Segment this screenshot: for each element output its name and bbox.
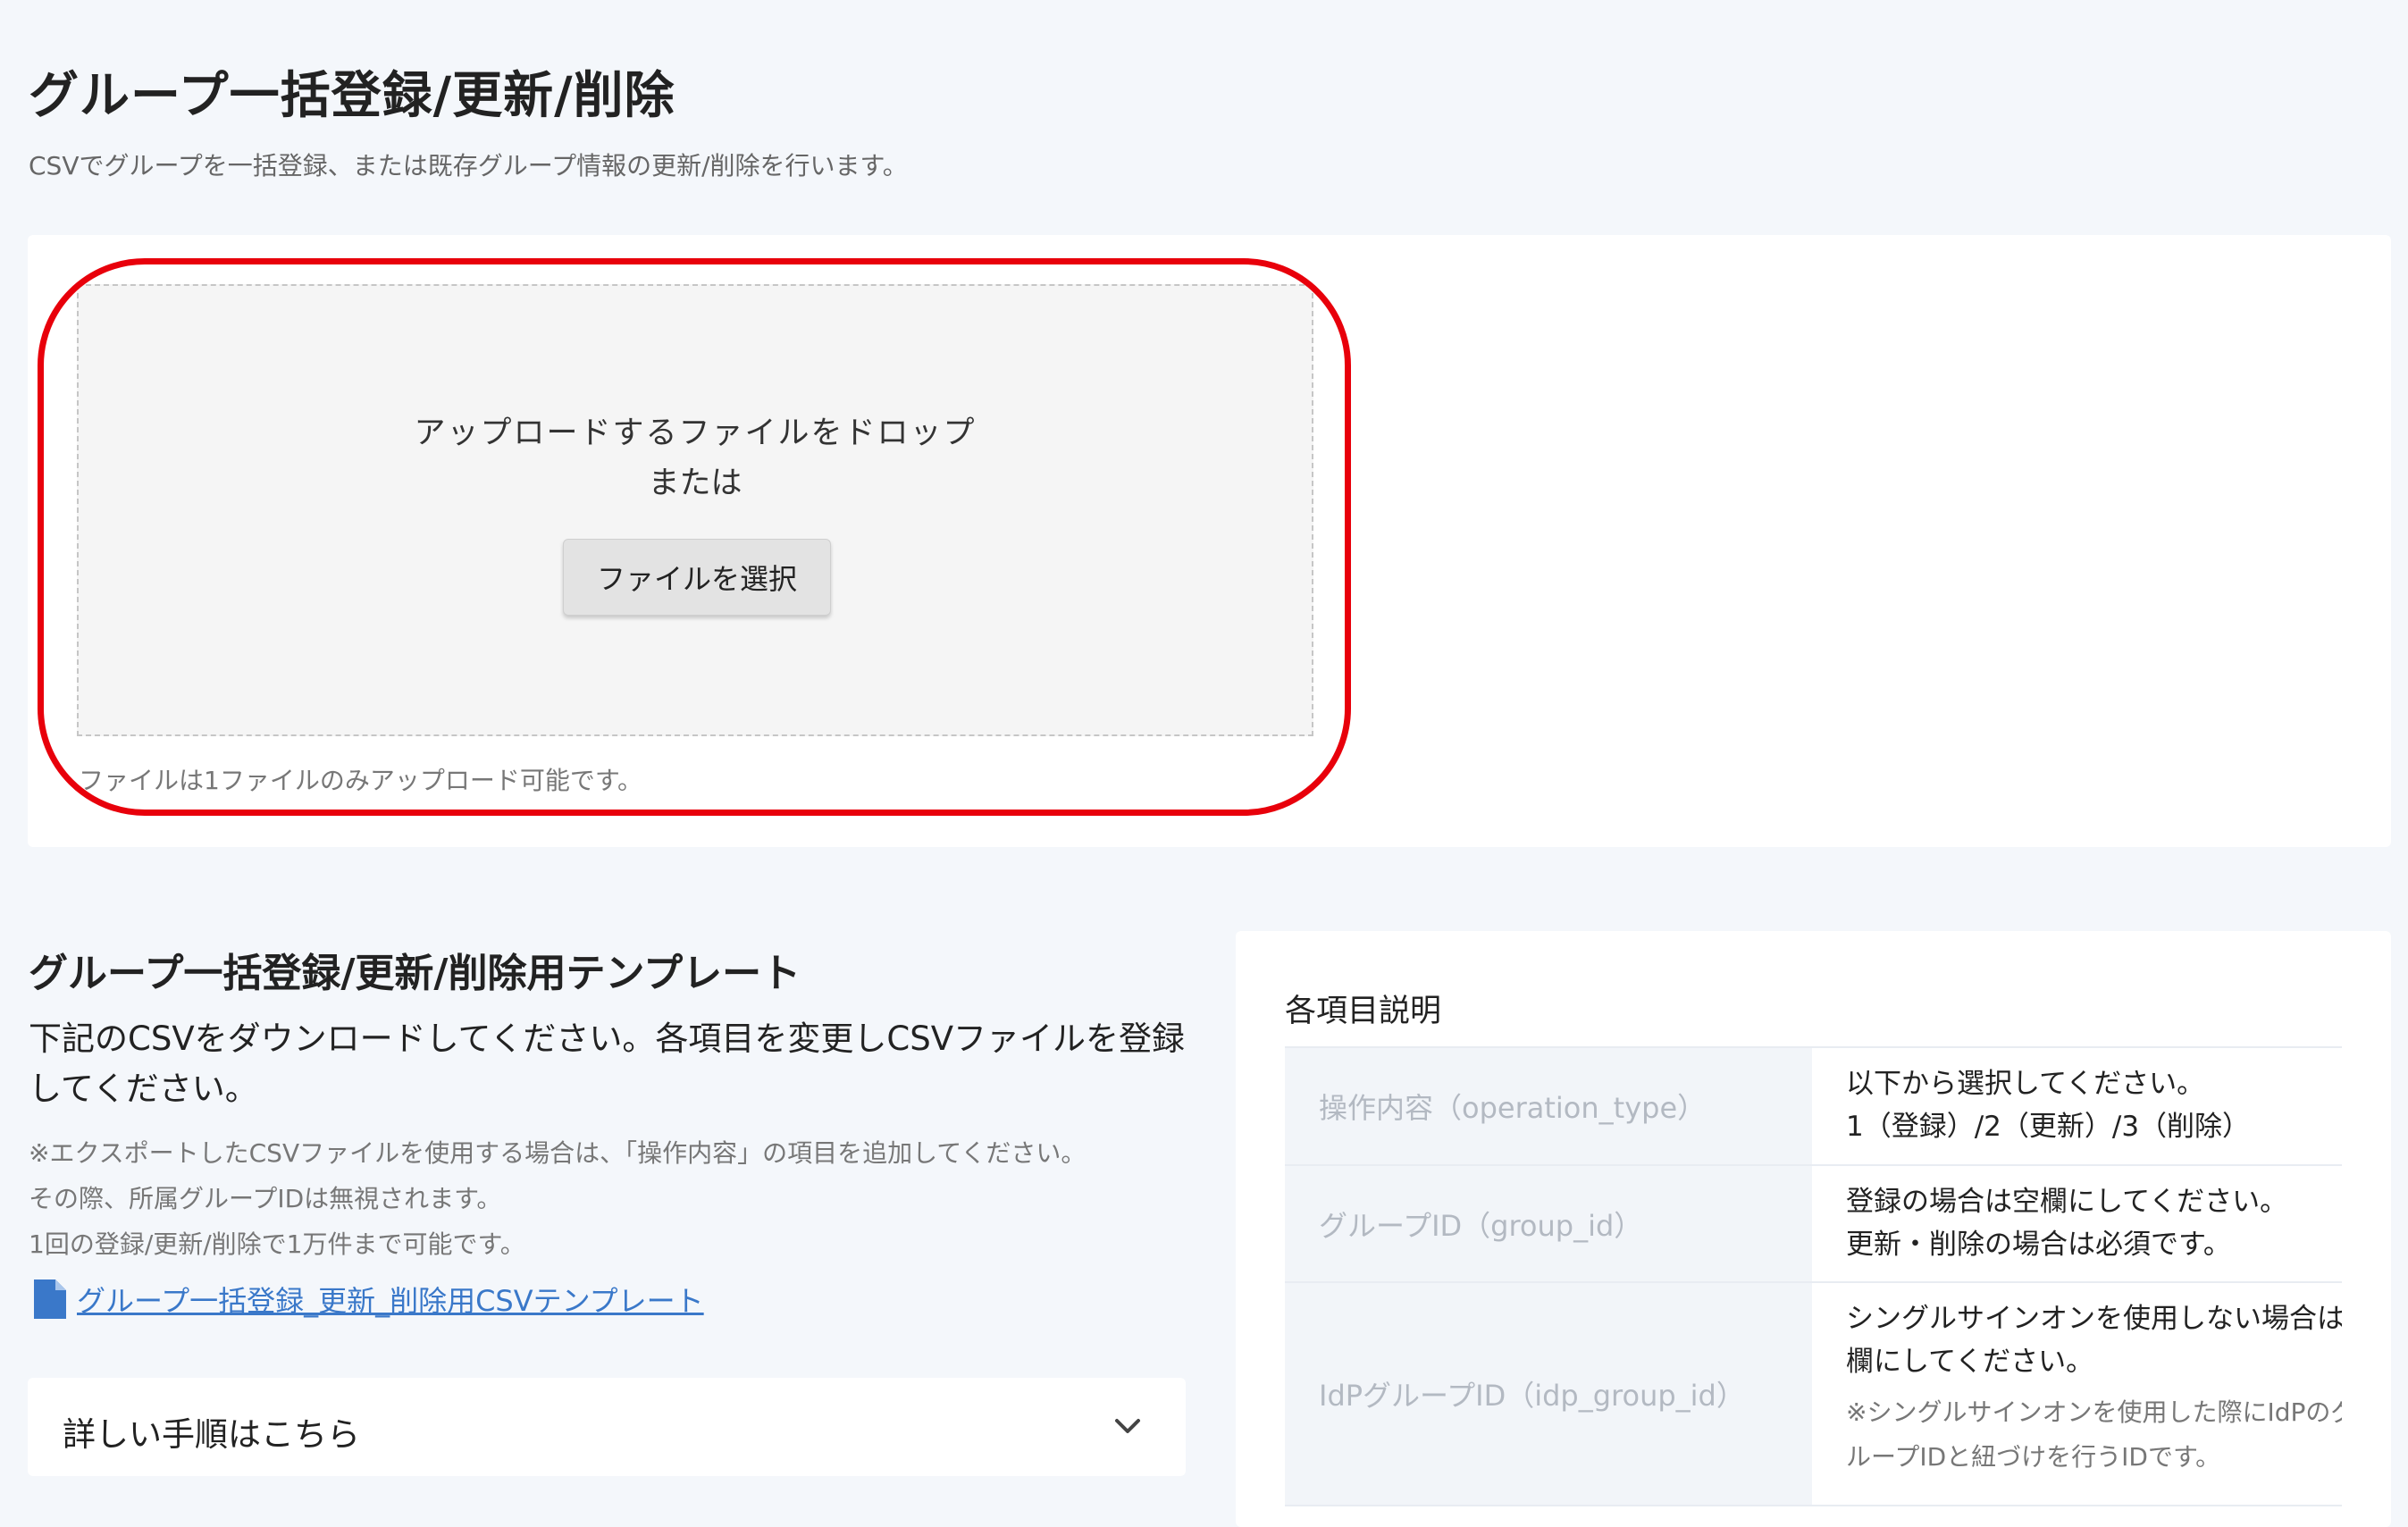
field-description-title: 各項目説明 [1285, 994, 1442, 1029]
field-value-line: 以下から選択してください。 [1846, 1068, 2205, 1100]
field-value-line: シングルサインオンを使用しない場合は空 [1846, 1303, 2342, 1335]
field-key: 操作内容（operation_type） [1285, 1048, 1812, 1164]
accordion-label: 詳しい手順はこちら [63, 1415, 360, 1454]
template-notes: ※エクスポートしたCSVファイルを使用する場合は、「操作内容」の項目を追加してく… [29, 1130, 1217, 1267]
table-row: IdPグループID（idp_group_id） シングルサインオンを使用しない場… [1285, 1281, 2342, 1506]
csv-template-download[interactable]: グループ一括登録_更新_削除用CSVテンプレート [32, 1278, 704, 1321]
field-value: シングルサインオンを使用しない場合は空 欄にしてください。 ※シングルサインオン… [1846, 1283, 2342, 1480]
file-dropzone[interactable] [77, 284, 1313, 736]
template-note-line: ※エクスポートしたCSVファイルを使用する場合は、「操作内容」の項目を追加してく… [29, 1138, 1087, 1168]
dropzone-or-text: または [648, 466, 743, 501]
field-value-note: ※シングルサインオンを使用した際にIdPのグ [1846, 1397, 2342, 1427]
field-key: グループID（group_id） [1285, 1166, 1812, 1281]
template-section-title: グループ一括登録/更新/削除用テンプレート [29, 951, 801, 996]
field-value-line: 登録の場合は空欄にしてください。 [1846, 1186, 2288, 1218]
field-value: 登録の場合は空欄にしてください。 更新・削除の場合は必須です。 [1846, 1166, 2342, 1266]
page-title: グループ一括登録/更新/削除 [29, 67, 675, 125]
field-key: IdPグループID（idp_group_id） [1285, 1283, 1812, 1505]
template-note-line: その際、所属グループIDは無視されます。 [29, 1184, 502, 1213]
field-description-table: 操作内容（operation_type） 以下から選択してください。 1（登録）… [1285, 1046, 2342, 1527]
field-value-line: 欄にしてください。 [1846, 1346, 2094, 1378]
select-file-button[interactable]: ファイルを選択 [563, 539, 831, 616]
field-value-line: 更新・削除の場合は必須です。 [1846, 1229, 2231, 1261]
dropzone-instruction: アップロードするファイルをドロップ [414, 415, 977, 451]
csv-template-link[interactable]: グループ一括登録_更新_削除用CSVテンプレート [77, 1279, 704, 1320]
file-icon [32, 1278, 68, 1321]
field-value-note: ループIDと紐づけを行うIDです。 [1846, 1442, 2221, 1472]
template-note-line: 1回の登録/更新/削除で1万件まで可能です。 [29, 1229, 525, 1259]
field-value: 以下から選択してください。 1（登録）/2（更新）/3（削除） [1846, 1048, 2342, 1148]
table-row: 操作内容（operation_type） 以下から選択してください。 1（登録）… [1285, 1046, 2342, 1164]
chevron-down-icon[interactable] [1112, 1415, 1143, 1437]
template-description: 下記のCSVをダウンロードしてください。各項目を変更しCSVファイルを登録してく… [29, 1019, 1186, 1108]
table-row: グループID（group_id） 登録の場合は空欄にしてください。 更新・削除の… [1285, 1164, 2342, 1281]
page-subtitle: CSVでグループを一括登録、または既存グループ情報の更新/削除を行います。 [29, 151, 908, 180]
field-value-line: 1（登録）/2（更新）/3（削除） [1846, 1111, 2251, 1143]
upload-limit-note: ファイルは1ファイルのみアップロード可能です。 [79, 766, 643, 795]
